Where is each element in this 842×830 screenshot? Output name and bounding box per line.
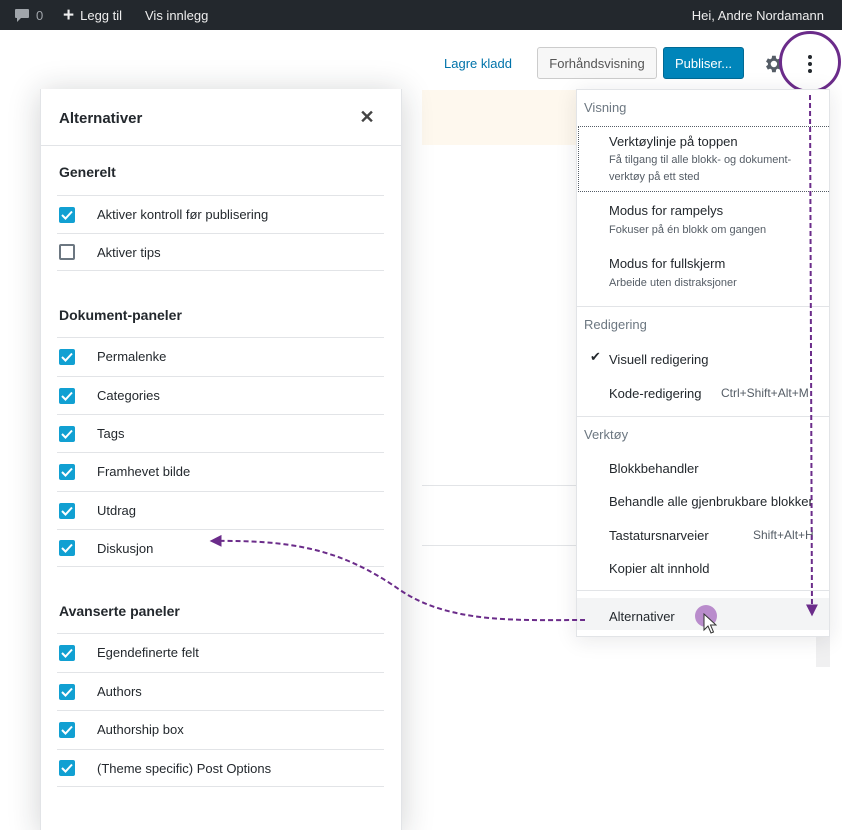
annotation-arrows bbox=[209, 94, 818, 622]
arrow-down-line bbox=[805, 94, 818, 617]
arrow-curve-to-options bbox=[209, 534, 586, 622]
mouse-cursor-icon bbox=[703, 613, 717, 634]
